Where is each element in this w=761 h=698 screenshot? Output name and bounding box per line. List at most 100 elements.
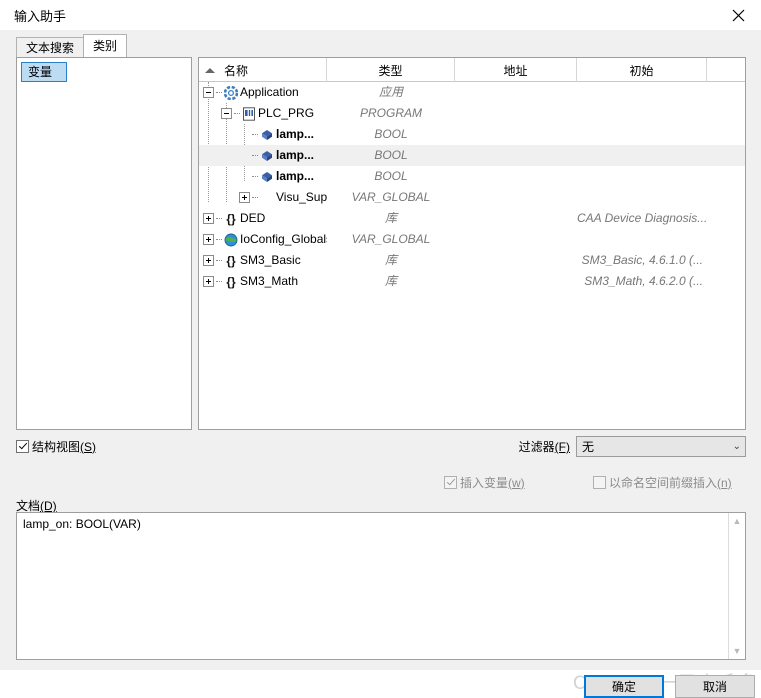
tree-row-type: 库 — [384, 274, 397, 288]
tree-row-type: BOOL — [374, 169, 408, 183]
filter-dropdown[interactable]: 无 ⌄ — [576, 436, 746, 457]
collapse-icon[interactable] — [221, 108, 232, 119]
cancel-button[interactable]: 取消 — [675, 675, 755, 698]
tree-connector — [216, 217, 222, 220]
tree-connector — [252, 133, 258, 136]
expand-icon[interactable] — [203, 276, 214, 287]
tree-row-type: 应用 — [378, 85, 403, 99]
dialog-body: 文本搜索 类别 变量 名称 类型 地址 初始 Application 应用 PL… — [0, 30, 761, 698]
tree-row-address — [455, 229, 577, 250]
tree-row-initial: SM3_Math, 4.6.2.0 (... — [584, 274, 703, 288]
filter-value: 无 — [582, 440, 595, 454]
tree-row-address — [455, 208, 577, 229]
insert-variable-label: 插入变量 — [460, 476, 509, 490]
tree-connector — [234, 112, 240, 115]
tree-connector — [216, 91, 222, 94]
tree-connector — [252, 154, 258, 157]
tree-row-initial — [577, 82, 707, 103]
tabstrip: 文本搜索 类别 — [16, 34, 128, 57]
tree-row[interactable]: lamp... BOOL — [199, 166, 745, 187]
window-title: 输入助手 — [14, 8, 67, 24]
column-header-address[interactable]: 地址 — [455, 58, 577, 82]
tree-row-type: 库 — [384, 211, 397, 225]
ok-button[interactable]: 确定 — [584, 675, 664, 698]
tree-row[interactable]: {} SM3_Math 库 SM3_Math, 4.6.2.0 (... — [199, 271, 745, 292]
tree-row-name-cell: {} SM3_Basic — [199, 250, 327, 271]
tab-text-search[interactable]: 文本搜索 — [16, 37, 85, 57]
expand-icon[interactable] — [239, 192, 250, 203]
tree-row[interactable]: PLC_PRG PROGRAM — [199, 103, 745, 124]
svg-text:{}: {} — [226, 254, 236, 268]
tree-row-address — [455, 166, 577, 187]
structured-view-label: 结构视图 — [32, 440, 81, 454]
tree-connector — [216, 259, 222, 262]
expand-icon[interactable] — [203, 234, 214, 245]
documentation-scrollbar[interactable]: ▲ ▼ — [728, 513, 745, 659]
tree-row[interactable]: {} SM3_Basic 库 SM3_Basic, 4.6.1.0 (... — [199, 250, 745, 271]
checkbox-box — [593, 476, 606, 489]
tree-row-label: lamp... — [276, 127, 315, 141]
filter-label: 过滤器(F) — [518, 440, 570, 454]
category-list[interactable]: 变量 — [16, 57, 192, 430]
insert-with-namespace-accel: (n) — [717, 475, 732, 490]
tree-row-type: PROGRAM — [359, 106, 422, 120]
tree-row[interactable]: Visu_Super... VAR_GLOBAL — [199, 187, 745, 208]
tree-row-initial — [577, 103, 707, 124]
tree-row-address — [455, 82, 577, 103]
tree-row-name-cell: IoConfig_Globals — [199, 229, 327, 250]
documentation-panel[interactable]: lamp_on: BOOL(VAR) ▲ ▼ — [16, 512, 746, 660]
tree-connector — [252, 175, 258, 178]
tree-row-name-cell: {} DED — [199, 208, 327, 229]
tree-row[interactable]: {} DED 库 CAA Device Diagnosis... — [199, 208, 745, 229]
tree-row[interactable]: IoConfig_Globals VAR_GLOBAL — [199, 229, 745, 250]
column-header-type[interactable]: 类型 — [327, 58, 455, 82]
tree-row-initial — [577, 145, 707, 166]
column-header-pad — [707, 58, 745, 82]
tree-row-label: SM3_Math — [240, 274, 299, 288]
tab-category[interactable]: 类别 — [83, 34, 128, 57]
options-row: 结构视图 (S) 过滤器(F) 无 ⌄ — [16, 436, 746, 460]
tree-row-name-cell: lamp... — [199, 166, 327, 187]
column-header-initial[interactable]: 初始 — [577, 58, 707, 82]
window-titlebar: 输入助手 — [0, 0, 761, 30]
tree-row[interactable]: lamp... BOOL — [199, 145, 745, 166]
insert-with-namespace-label: 以命名空间前缀插入 — [609, 476, 718, 490]
tree-row[interactable]: Application 应用 — [199, 82, 745, 103]
tree-row-type: 库 — [384, 253, 397, 267]
column-header-name[interactable]: 名称 — [199, 58, 327, 82]
collapse-icon[interactable] — [203, 87, 214, 98]
tree-connector — [216, 238, 222, 241]
tree-row-label: lamp... — [276, 148, 315, 162]
insert-variable-checkbox: 插入变量 (w) — [444, 474, 525, 491]
tree-row-name-cell: Application — [199, 82, 327, 103]
structured-view-checkbox[interactable]: 结构视图 (S) — [16, 438, 96, 455]
expand-icon[interactable] — [203, 255, 214, 266]
tree-row-label: lamp... — [276, 169, 315, 183]
scroll-down-icon[interactable]: ▼ — [733, 643, 742, 659]
tree-row-type: VAR_GLOBAL — [351, 232, 431, 246]
category-item-variable[interactable]: 变量 — [21, 62, 68, 82]
tree-row-address — [455, 103, 577, 124]
insert-options-row: 插入变量 (w) 以命名空间前缀插入 (n) — [0, 474, 761, 494]
expand-icon[interactable] — [203, 213, 214, 224]
tree-row-initial — [577, 124, 707, 145]
tree-row-address — [455, 187, 577, 208]
tree-row-initial — [577, 187, 707, 208]
tree-row-address — [455, 271, 577, 292]
symbol-tree-panel[interactable]: 名称 类型 地址 初始 Application 应用 PLC_PRG PROGRAM l… — [198, 57, 746, 430]
tree-row-address — [455, 145, 577, 166]
tree-row-initial — [577, 166, 707, 187]
tree-row-address — [455, 124, 577, 145]
tree-row-label: PLC_PRG — [258, 106, 315, 120]
svg-text:{}: {} — [226, 212, 236, 226]
tree-row-name-cell: PLC_PRG — [199, 103, 327, 124]
tree-row-label: SM3_Basic — [240, 253, 301, 267]
checkbox-box — [16, 440, 29, 453]
dialog-buttons: 确定 取消 — [584, 675, 755, 698]
tree-row-name-cell: {} SM3_Math — [199, 271, 327, 292]
tree-row[interactable]: lamp... BOOL — [199, 124, 745, 145]
column-header-name-label: 名称 — [224, 63, 249, 78]
scroll-up-icon[interactable]: ▲ — [733, 513, 742, 529]
close-icon[interactable] — [715, 0, 761, 30]
tree-header: 名称 类型 地址 初始 — [199, 58, 745, 82]
